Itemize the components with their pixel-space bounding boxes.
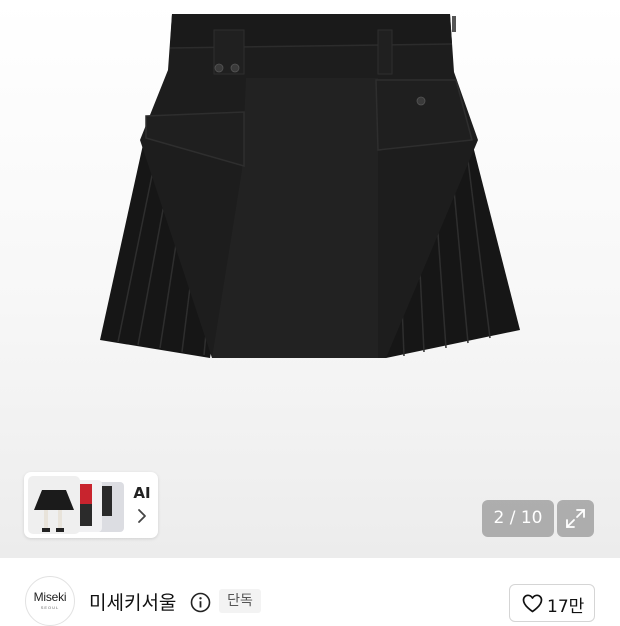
info-icon[interactable]: [190, 592, 211, 613]
brand-logo-subtext: SEOUL: [40, 605, 60, 610]
expand-icon: [566, 509, 585, 528]
expand-image-button[interactable]: [557, 500, 594, 537]
brand-logo-text: Miseki: [33, 590, 67, 604]
chevron-right-icon: [138, 509, 146, 523]
image-counter: 2 / 10: [482, 500, 554, 537]
ai-style-thumbnails: [28, 476, 124, 534]
ai-label: AI: [133, 484, 151, 502]
like-button[interactable]: 17만: [509, 584, 595, 622]
exclusive-badge: 단독: [219, 589, 261, 613]
heart-icon: [522, 594, 543, 613]
product-image-gallery[interactable]: AI 2 / 10: [0, 0, 620, 558]
brand-name-link[interactable]: 미세키서울: [89, 588, 176, 615]
ai-styling-card[interactable]: AI: [24, 472, 158, 538]
like-count: 17만: [547, 597, 585, 617]
brand-bar: Miseki SEOUL 미세키서울 단독 17만: [0, 558, 620, 626]
brand-logo[interactable]: Miseki SEOUL: [25, 576, 75, 626]
